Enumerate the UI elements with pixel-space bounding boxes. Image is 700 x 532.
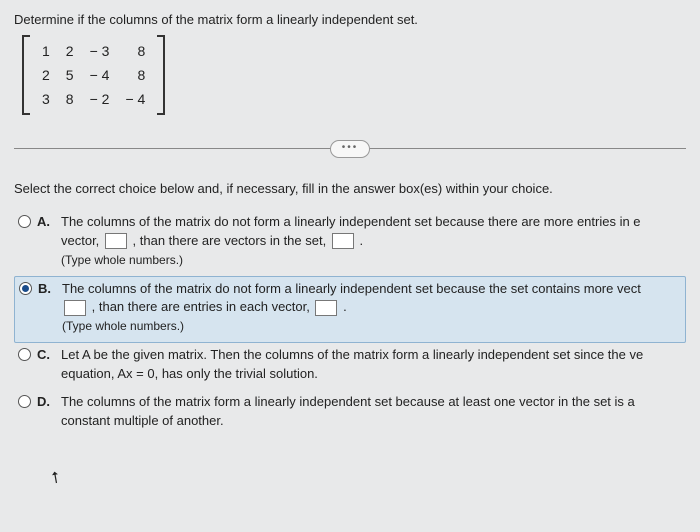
- matrix-cell: − 3: [82, 39, 118, 63]
- expand-dots-button[interactable]: •••: [330, 140, 370, 158]
- choice-letter: B.: [38, 281, 56, 296]
- choice-text: The columns of the matrix form a linearl…: [61, 393, 682, 431]
- choice-b-seg3: .: [343, 299, 347, 314]
- radio-d[interactable]: [18, 395, 31, 408]
- radio-c[interactable]: [18, 348, 31, 361]
- choice-b-line1: The columns of the matrix do not form a …: [62, 281, 641, 296]
- matrix-cell: 2: [58, 39, 82, 63]
- choice-b-hint: (Type whole numbers.): [62, 319, 184, 333]
- choice-b[interactable]: B. The columns of the matrix do not form…: [14, 276, 686, 344]
- matrix-row: 1 2 − 3 8: [34, 39, 153, 63]
- choice-a[interactable]: A. The columns of the matrix do not form…: [14, 210, 686, 276]
- choice-a-seg1: vector,: [61, 233, 103, 248]
- matrix: 1 2 − 3 8 2 5 − 4 8 3 8 − 2 − 4: [22, 35, 165, 115]
- choice-c[interactable]: C. Let A be the given matrix. Then the c…: [14, 343, 686, 390]
- choice-letter: C.: [37, 347, 55, 362]
- matrix-cell: 2: [34, 63, 58, 87]
- matrix-cell: 5: [58, 63, 82, 87]
- matrix-cell: 8: [58, 87, 82, 111]
- choice-a-seg3: .: [359, 233, 363, 248]
- matrix-row: 3 8 − 2 − 4: [34, 87, 153, 111]
- answer-blank-b1[interactable]: [64, 300, 86, 316]
- answer-blank-a1[interactable]: [105, 233, 127, 249]
- matrix-cell: 8: [117, 63, 153, 87]
- choice-letter: D.: [37, 394, 55, 409]
- matrix-cell: 8: [117, 39, 153, 63]
- matrix-cell: 3: [34, 87, 58, 111]
- choice-text: The columns of the matrix do not form a …: [61, 213, 641, 270]
- matrix-cell: − 4: [82, 63, 118, 87]
- matrix-right-bracket: [157, 35, 165, 115]
- matrix-cell: 1: [34, 39, 58, 63]
- choice-b-seg2: , than there are entries in each vector,: [92, 299, 314, 314]
- instruction-text: Select the correct choice below and, if …: [14, 181, 686, 196]
- answer-blank-a2[interactable]: [332, 233, 354, 249]
- choice-a-line1: The columns of the matrix do not form a …: [61, 214, 641, 229]
- matrix-body: 1 2 − 3 8 2 5 − 4 8 3 8 − 2 − 4: [34, 39, 153, 111]
- choice-a-seg2: , than there are vectors in the set,: [133, 233, 330, 248]
- radio-a[interactable]: [18, 215, 31, 228]
- choice-d[interactable]: D. The columns of the matrix form a line…: [14, 390, 686, 437]
- matrix-cell: − 4: [117, 87, 153, 111]
- choice-text: Let A be the given matrix. Then the colu…: [61, 346, 682, 384]
- matrix-left-bracket: [22, 35, 30, 115]
- matrix-row: 2 5 − 4 8: [34, 63, 153, 87]
- question-prompt: Determine if the columns of the matrix f…: [14, 12, 686, 27]
- answer-blank-b2[interactable]: [315, 300, 337, 316]
- matrix-cell: − 2: [82, 87, 118, 111]
- choice-text: The columns of the matrix do not form a …: [62, 280, 641, 337]
- cursor-icon: ⭡: [50, 469, 61, 488]
- radio-b[interactable]: [19, 282, 32, 295]
- choice-a-hint: (Type whole numbers.): [61, 253, 183, 267]
- choice-letter: A.: [37, 214, 55, 229]
